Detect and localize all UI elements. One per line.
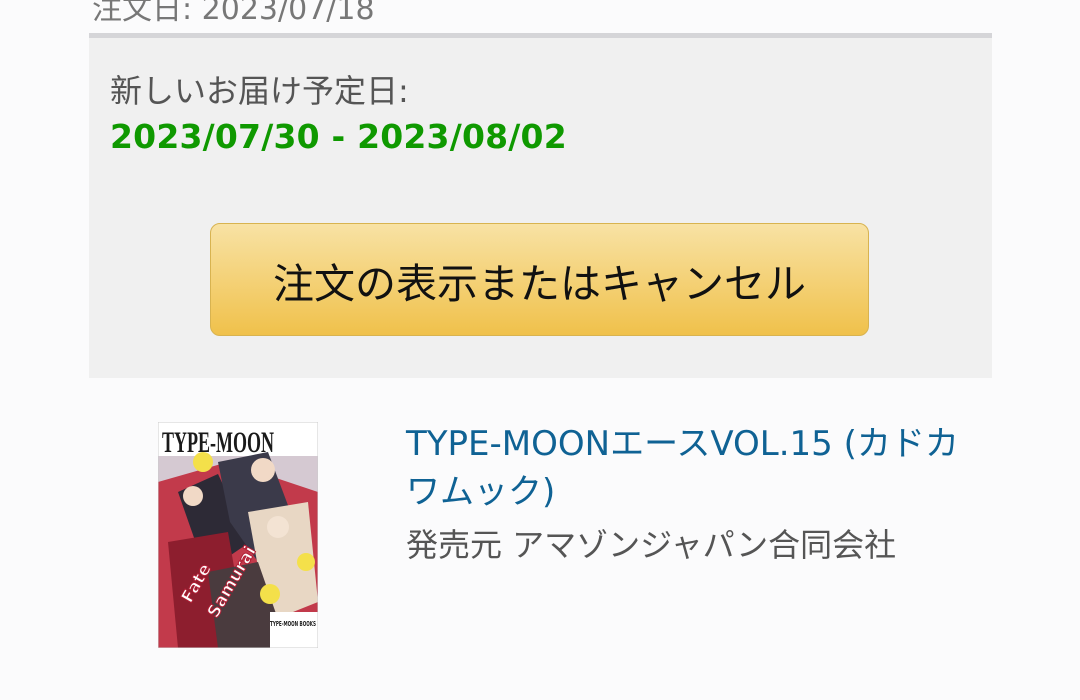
- product-seller: 発売元 アマゾンジャパン合同会社: [406, 526, 897, 564]
- product-cover-image[interactable]: TYPE-MOON 15 Fate Samurai TYPE-MOON BOOK…: [158, 422, 318, 648]
- delivery-panel: 新しいお届け予定日: 2023/07/30 - 2023/08/02 注文の表示…: [89, 38, 992, 378]
- delivery-date-range: 2023/07/30 - 2023/08/02: [110, 117, 567, 156]
- view-or-cancel-order-button[interactable]: 注文の表示またはキャンセル: [210, 223, 869, 336]
- cover-footer-text: TYPE-MOON BOOKS: [270, 620, 316, 628]
- order-date: 注文日: 2023/07/18: [92, 0, 375, 27]
- delivery-label: 新しいお届け予定日:: [110, 72, 409, 110]
- cover-masthead-text: TYPE-MOON: [162, 426, 274, 459]
- product-title-link[interactable]: TYPE-MOONエースVOL.15 (カドカワムック): [406, 420, 986, 516]
